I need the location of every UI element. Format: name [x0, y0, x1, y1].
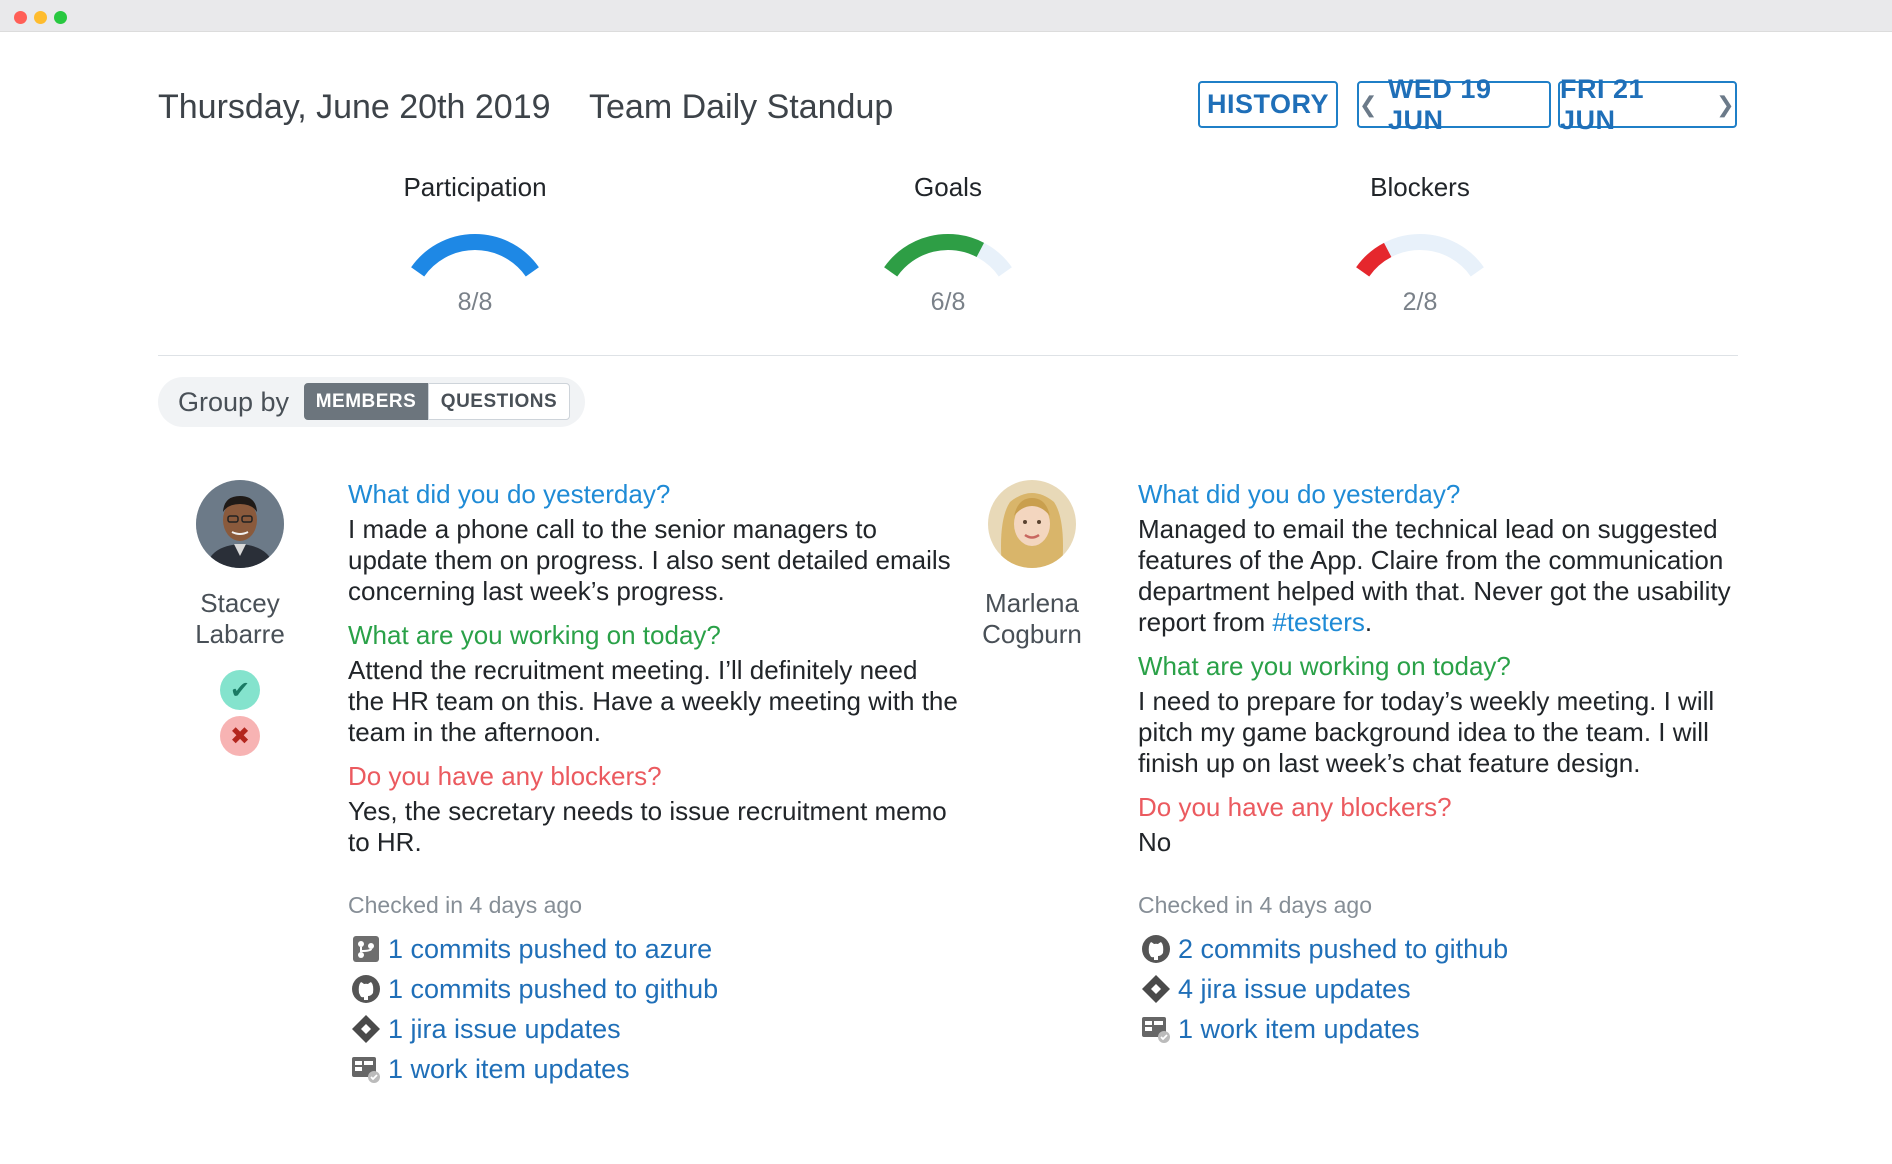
close-window-button[interactable]: [14, 11, 27, 24]
question-today: What are you working on today?: [1138, 651, 1511, 681]
group-by-members-button[interactable]: MEMBERS: [304, 383, 428, 420]
group-by-control: Group by MEMBERS QUESTIONS: [158, 377, 585, 427]
activity-item[interactable]: 1 jira issue updates: [348, 1009, 958, 1049]
checked-in-time: Checked in 4 days ago: [1138, 892, 1372, 918]
github-icon: [1138, 931, 1174, 967]
gauge-title: Blockers: [1370, 172, 1470, 202]
answer-punctuation: .: [1364, 607, 1373, 637]
activity-text: 1 work item updates: [1178, 1013, 1420, 1044]
jira-icon: [348, 1011, 384, 1047]
activity-item[interactable]: 1 work item updates: [1138, 1009, 1748, 1049]
activity-text: 2 commits pushed to github: [1178, 933, 1509, 964]
activity-text: 1 jira issue updates: [388, 1013, 621, 1044]
gauge-title: Participation: [403, 172, 547, 202]
activity-item[interactable]: 4 jira issue updates: [1138, 969, 1748, 1009]
gauge-value: 8/8: [457, 288, 493, 316]
question-yesterday: What did you do yesterday?: [348, 479, 671, 509]
member-first-name: Stacey: [200, 588, 280, 618]
github-icon: [348, 971, 384, 1007]
member-first-name: Marlena: [985, 588, 1079, 618]
group-by-questions-button[interactable]: QUESTIONS: [428, 383, 570, 420]
answer-text: Managed to email the technical lead on s…: [1138, 514, 1731, 637]
question-blockers: Do you have any blockers?: [1138, 792, 1452, 822]
member-answers: What did you do yesterday? Managed to em…: [1138, 478, 1748, 1049]
avatar[interactable]: [988, 480, 1076, 568]
question-blockers: Do you have any blockers?: [348, 761, 662, 791]
history-button[interactable]: HISTORY: [1198, 81, 1338, 128]
member-last-name: Labarre: [195, 619, 285, 649]
activity-list: 2 commits pushed to github 4 jira issue …: [1138, 929, 1748, 1049]
member-name: Stacey Labarre: [158, 588, 322, 650]
blockers-gauge: Blockers 2/8: [1300, 172, 1540, 317]
page-date: Thursday, June 20th 2019: [158, 88, 551, 126]
avatar[interactable]: [196, 480, 284, 568]
activity-text: 1 commits pushed to azure: [388, 933, 713, 964]
divider: [158, 355, 1738, 356]
answer-yesterday: I made a phone call to the senior manage…: [348, 514, 951, 606]
chevron-left-icon: ❮: [1359, 91, 1378, 117]
answer-today: I need to prepare for today’s weekly mee…: [1138, 686, 1715, 778]
azure-repos-icon: [348, 931, 384, 967]
activity-text: 1 work item updates: [388, 1053, 630, 1084]
activity-text: 4 jira issue updates: [1178, 973, 1411, 1004]
group-by-label: Group by: [178, 387, 290, 417]
answer-today: Attend the recruitment meeting. I’ll def…: [348, 655, 958, 747]
member-name: Marlena Cogburn: [950, 588, 1114, 650]
history-button-label: HISTORY: [1206, 89, 1330, 119]
answer-yesterday: Managed to email the technical lead on s…: [1138, 514, 1748, 638]
page-title: Team Daily Standup: [589, 88, 894, 126]
previous-day-button[interactable]: ❮ WED 19 JUN: [1357, 74, 1551, 135]
gauge-title: Goals: [914, 172, 982, 202]
activity-item[interactable]: 1 commits pushed to azure: [348, 929, 958, 969]
cross-icon[interactable]: ✖: [220, 716, 260, 756]
activity-item[interactable]: 1 work item updates: [348, 1049, 958, 1089]
answer-blockers: Yes, the secretary needs to issue recrui…: [348, 796, 947, 857]
member-last-name: Cogburn: [982, 619, 1082, 649]
answer-blockers: No: [1138, 827, 1172, 857]
checked-in-time: Checked in 4 days ago: [348, 892, 582, 918]
activity-text: 1 commits pushed to github: [388, 973, 719, 1004]
member-info: Marlena Cogburn: [950, 478, 1114, 650]
activity-item[interactable]: 1 commits pushed to github: [348, 969, 958, 1009]
member-answers: What did you do yesterday? I made a phon…: [348, 478, 958, 1089]
maximize-window-button[interactable]: [54, 11, 67, 24]
gauge-value: 2/8: [1402, 288, 1438, 316]
work-item-icon: [1138, 1011, 1174, 1047]
question-yesterday: What did you do yesterday?: [1138, 479, 1461, 509]
next-day-label: FRI 21 JUN: [1560, 73, 1645, 135]
window-titlebar: [0, 0, 1892, 32]
jira-icon: [1138, 971, 1174, 1007]
goals-gauge: Goals 6/8: [828, 172, 1068, 317]
activity-item[interactable]: 2 commits pushed to github: [1138, 929, 1748, 969]
check-icon[interactable]: ✔: [220, 670, 260, 710]
participation-gauge: Participation 8/8: [355, 172, 595, 317]
work-item-icon: [348, 1051, 384, 1087]
next-day-button[interactable]: FRI 21 JUN ❯: [1558, 74, 1737, 135]
gauge-value: 6/8: [930, 288, 966, 316]
previous-day-label: WED 19 JUN: [1387, 73, 1492, 135]
member-info: Stacey Labarre ✔ ✖: [158, 478, 322, 756]
question-today: What are you working on today?: [348, 620, 721, 650]
activity-list: 1 commits pushed to azure 1 commits push…: [348, 929, 958, 1089]
testers-tag-link[interactable]: #testers: [1272, 607, 1365, 637]
minimize-window-button[interactable]: [34, 11, 47, 24]
chevron-right-icon: ❯: [1716, 91, 1735, 117]
